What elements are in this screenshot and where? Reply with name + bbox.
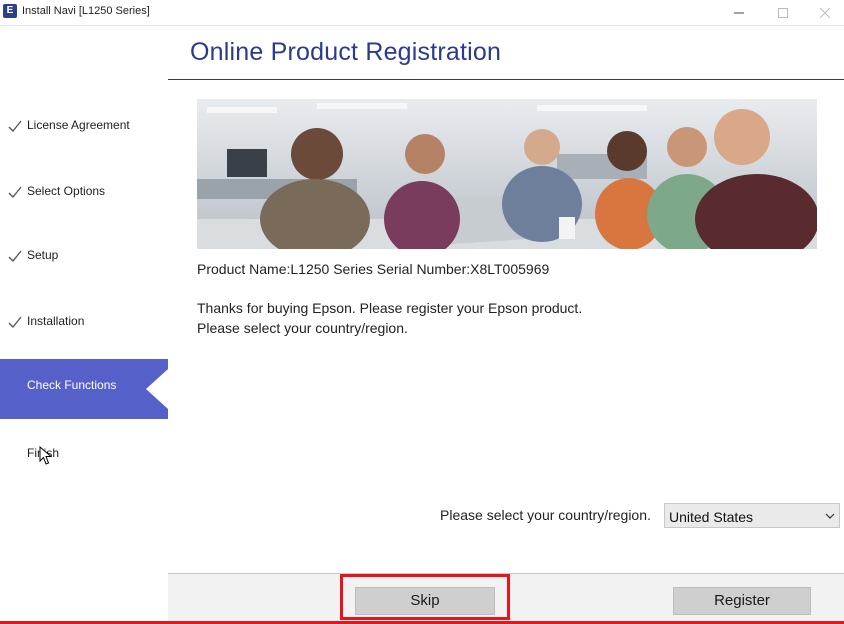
step-license-agreement: License Agreement xyxy=(0,112,168,142)
checkmark-icon xyxy=(8,316,22,328)
checkmark-icon xyxy=(8,186,22,198)
step-label: License Agreement xyxy=(27,118,130,132)
chevron-down-icon xyxy=(825,513,835,519)
step-installation: Installation xyxy=(0,308,168,338)
checkmark-icon xyxy=(8,250,22,262)
minimize-icon xyxy=(734,12,744,14)
step-label: Setup xyxy=(27,248,59,262)
minimize-button[interactable] xyxy=(716,0,762,25)
country-selected-value: United States xyxy=(669,509,754,525)
banner-photo xyxy=(197,99,817,249)
select-country-message: Please select your country/region. xyxy=(197,320,408,336)
product-info-text: Product Name:L1250 Series Serial Number:… xyxy=(197,261,550,277)
mouse-cursor-icon xyxy=(39,446,53,465)
register-button[interactable]: Register xyxy=(673,587,811,615)
close-icon xyxy=(819,7,831,19)
step-label: Installation xyxy=(27,314,85,328)
country-label: Please select your country/region. xyxy=(440,507,651,523)
maximize-button[interactable] xyxy=(760,0,806,25)
maximize-icon xyxy=(778,8,788,18)
country-dropdown[interactable]: United States xyxy=(664,503,840,528)
epson-app-icon: E xyxy=(3,4,17,18)
header-divider xyxy=(168,79,844,80)
page-title: Online Product Registration xyxy=(190,38,502,66)
close-button[interactable] xyxy=(802,0,844,25)
thanks-message: Thanks for buying Epson. Please register… xyxy=(197,300,583,316)
steps-sidebar: License Agreement Select Options Setup I… xyxy=(0,26,168,624)
window-titlebar: E Install Navi [L1250 Series] xyxy=(0,0,844,26)
step-label: Select Options xyxy=(27,184,106,198)
step-check-functions: Check Functions xyxy=(0,359,168,419)
step-setup: Setup xyxy=(0,242,168,272)
skip-highlight-annotation xyxy=(340,574,510,620)
step-label: Check Functions xyxy=(27,378,117,392)
step-select-options: Select Options xyxy=(0,178,168,208)
step-finish: Finish xyxy=(0,440,168,470)
checkmark-icon xyxy=(8,120,22,132)
active-step-notch xyxy=(146,369,168,409)
window-title: Install Navi [L1250 Series] xyxy=(22,5,150,17)
